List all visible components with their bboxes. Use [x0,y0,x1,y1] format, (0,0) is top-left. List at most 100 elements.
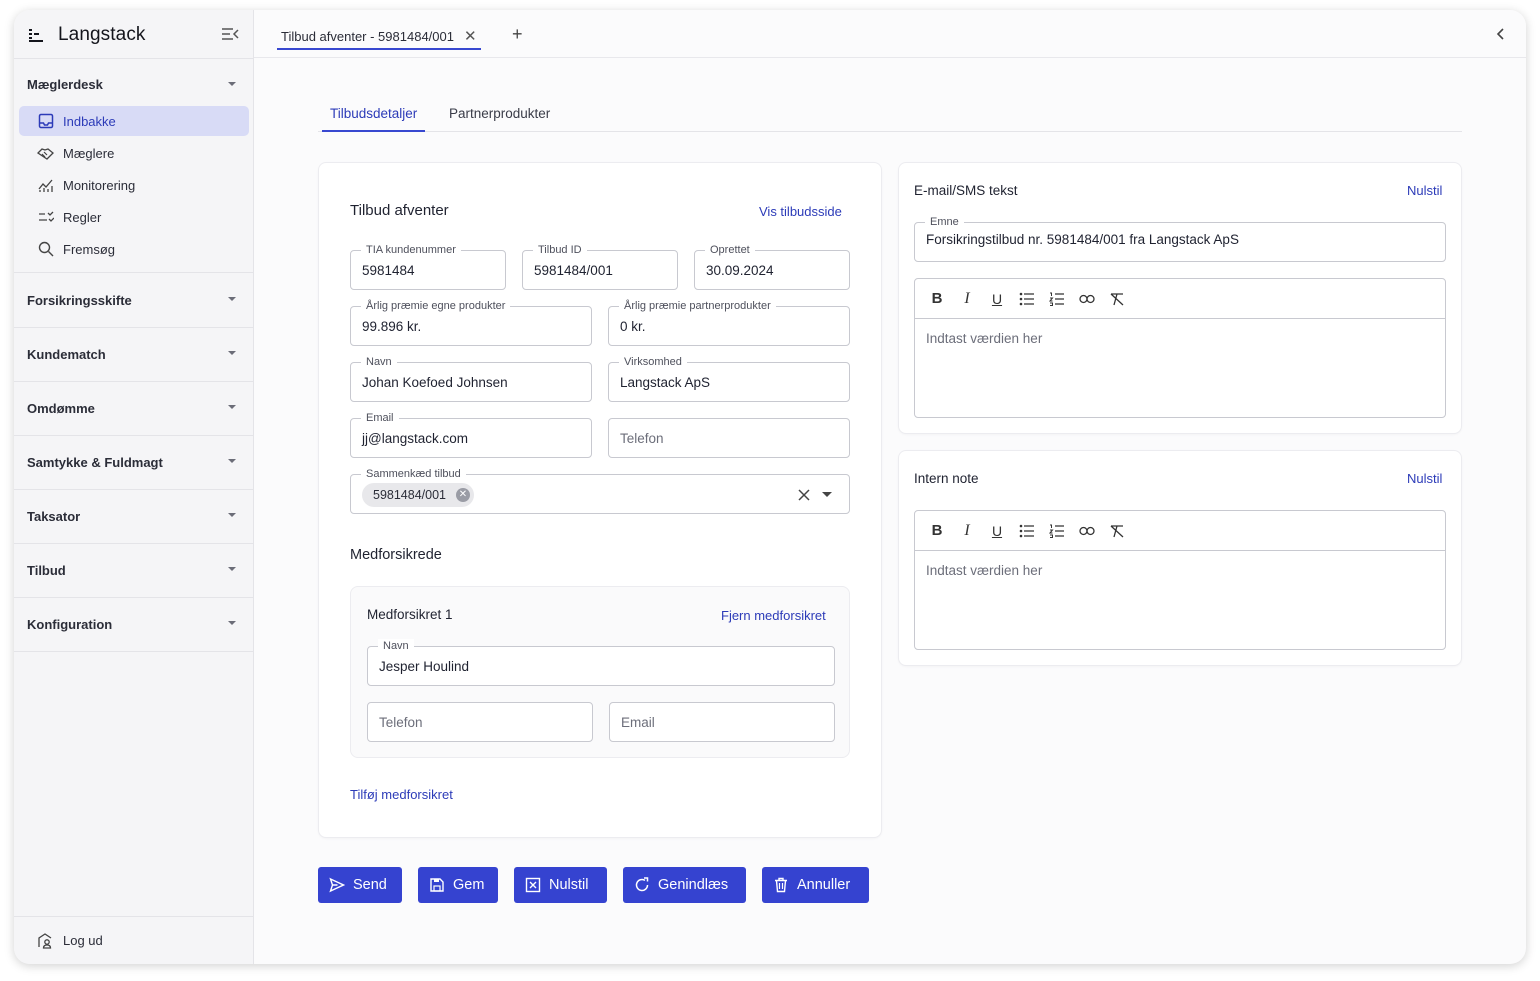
company-field[interactable]: Virksomhed Langstack ApS [608,355,850,402]
chevron-left-icon[interactable] [1494,26,1508,42]
caret-down-icon [228,567,236,571]
clear-format-icon[interactable] [1107,521,1127,541]
app-window: Langstack Mæglerdesk Indbakke Mæglere Mo… [14,10,1526,964]
send-button[interactable]: Send [318,867,402,903]
field-value: 99.896 kr. [362,319,422,334]
bullet-list-icon[interactable] [1017,289,1037,309]
caret-down-icon[interactable] [822,492,832,497]
section-samtykke: Samtykke & Fuldmagt [14,435,254,490]
reload-button[interactable]: Genindlæs [623,867,746,903]
section-header-konfiguration[interactable]: Konfiguration [14,597,254,651]
annual-premium-partner-field[interactable]: Årlig præmie partnerprodukter 0 kr. [608,299,850,346]
field-label: Navn [361,355,397,369]
section-label: Samtykke & Fuldmagt [27,454,163,470]
co-insured-phone-field[interactable]: Telefon [367,702,593,742]
tab-partnerprodukter[interactable]: Partnerprodukter [441,106,558,132]
field-label: Årlig præmie partnerprodukter [619,299,776,313]
bold-icon[interactable]: B [927,289,947,309]
button-label: Gem [453,877,485,893]
section-header-tilbud[interactable]: Tilbud [14,543,254,597]
co-insured-title: Medforsikrede [350,547,442,563]
field-label: Sammenkæd tilbud [361,467,466,481]
field-label: Tilbud ID [533,243,587,257]
save-button[interactable]: Gem [418,867,498,903]
field-value: 30.09.2024 [706,263,774,278]
annual-premium-own-field[interactable]: Årlig præmie egne produkter 99.896 kr. [350,299,592,346]
button-label: Send [353,877,387,893]
caret-down-icon [228,82,236,86]
collapse-sidebar-icon[interactable] [220,24,240,44]
field-label: Emne [925,215,964,229]
trash-icon [775,877,787,893]
email-sms-reset-link[interactable]: Nulstil [1407,183,1442,198]
numbered-list-icon[interactable] [1047,521,1067,541]
name-field[interactable]: Navn Johan Koefoed Johnsen [350,355,592,402]
section-header-omdoemme[interactable]: Omdømme [14,381,254,435]
numbered-list-icon[interactable] [1047,289,1067,309]
sidebar-item-regler[interactable]: Regler [19,202,249,232]
clear-format-icon[interactable] [1107,289,1127,309]
section-tilbud: Tilbud [14,543,254,598]
save-icon [430,878,444,892]
section-header-taksator[interactable]: Taksator [14,489,254,543]
bold-icon[interactable]: B [927,521,947,541]
email-field[interactable]: Email jj@langstack.com [350,411,592,458]
view-offer-page-link[interactable]: Vis tilbudsside [759,204,842,219]
chip-label: 5981484/001 [373,488,446,502]
section-label: Omdømme [27,400,95,416]
section-header-maeglerdesk[interactable]: Mæglerdesk [14,59,254,109]
offer-id-field[interactable]: Tilbud ID 5981484/001 [522,243,678,290]
co-insured-email-field[interactable]: Email [609,702,835,742]
created-date-field[interactable]: Oprettet 30.09.2024 [694,243,850,290]
caret-down-icon [228,459,236,463]
logout-button[interactable]: Log ud [14,916,254,964]
clear-icon[interactable] [797,488,811,502]
close-icon[interactable]: ✕ [464,27,477,45]
section-header-forsikringsskifte[interactable]: Forsikringsskifte [14,273,254,327]
chip-remove-icon[interactable]: ✕ [456,488,470,502]
field-placeholder: Telefon [379,715,423,730]
cancel-button[interactable]: Annuller [762,867,869,903]
phone-field[interactable]: Telefon [608,418,850,458]
internal-note-editor[interactable]: B I U Indtast værdien her [914,510,1446,650]
reset-button[interactable]: Nulstil [514,867,607,903]
section-header-kundematch[interactable]: Kundematch [14,327,254,381]
remove-co-insured-link[interactable]: Fjern medforsikret [721,608,826,623]
section-header-samtykke[interactable]: Samtykke & Fuldmagt [14,435,254,489]
sidebar-item-maeglere[interactable]: Mæglere [19,138,249,168]
bullet-list-icon[interactable] [1017,521,1037,541]
link-icon[interactable] [1077,521,1097,541]
field-value: 5981484 [362,263,415,278]
co-insured-name-field[interactable]: Navn Jesper Houlind [367,639,835,686]
italic-icon[interactable]: I [957,289,977,309]
internal-note-reset-link[interactable]: Nulstil [1407,471,1442,486]
button-label: Annuller [797,877,851,893]
add-co-insured-link[interactable]: Tilføj medforsikret [350,787,453,802]
section-maeglerdesk: Mæglerdesk [14,59,254,109]
subject-field[interactable]: Emne Forsikringstilbud nr. 5981484/001 f… [914,215,1446,262]
reset-box-icon [525,877,541,893]
tia-customer-number-field[interactable]: TIA kundenummer 5981484 [350,243,506,290]
divider [14,651,254,652]
section-label: Tilbud [27,562,66,578]
button-label: Genindlæs [658,877,729,893]
italic-icon[interactable]: I [957,521,977,541]
underline-icon[interactable]: U [987,521,1007,541]
field-label: Virksomhed [619,355,687,369]
tab-tilbudsdetaljer[interactable]: Tilbudsdetaljer [322,106,426,132]
add-tab-icon[interactable]: + [512,24,523,45]
link-icon[interactable] [1077,289,1097,309]
sidebar-item-fremsoeg[interactable]: Fremsøg [19,234,249,264]
link-offer-select[interactable]: Sammenkæd tilbud 5981484/001 ✕ [350,467,850,514]
underline-icon[interactable]: U [987,289,1007,309]
section-label: Kundematch [27,346,106,362]
tab-label: Tilbud afventer - 5981484/001 [281,28,454,44]
langstack-logo-icon [29,29,43,42]
reload-icon [635,877,649,892]
email-sms-editor[interactable]: B I U Indtast værdien her [914,278,1446,418]
sidebar-item-monitorering[interactable]: Monitorering [19,170,249,200]
field-label: Oprettet [705,243,755,257]
field-placeholder: Telefon [620,431,664,446]
sidebar-item-indbakke[interactable]: Indbakke [19,106,249,136]
tab-tilbud-afventer[interactable]: Tilbud afventer - 5981484/001 ✕ [277,24,481,50]
